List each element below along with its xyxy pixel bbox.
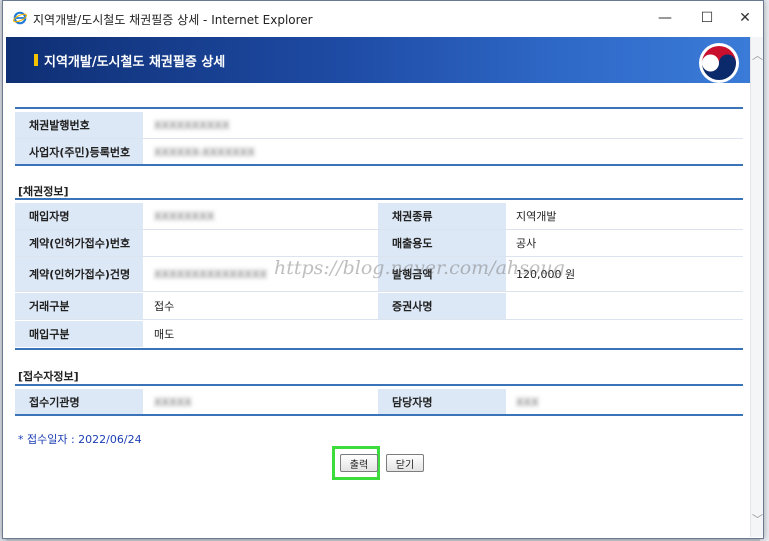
trade-type-label: 거래구분	[15, 293, 143, 319]
government-emblem-icon	[699, 43, 739, 83]
row-divider	[15, 319, 743, 320]
chevron-down-icon[interactable]: ﹀	[751, 511, 764, 526]
bond-type-value: 지역개발	[516, 210, 557, 223]
contract-no-label: 계약(인허가접수)번호	[15, 230, 143, 256]
issue-no-label: 채권발행번호	[15, 112, 143, 138]
receiver-info-top-rule	[15, 384, 743, 386]
org-label: 접수기관명	[15, 389, 143, 415]
vertical-scrollbar[interactable]: ︿ ﹀	[750, 37, 763, 537]
trade-type-value: 접수	[154, 300, 175, 313]
bond-type-label: 채권종류	[378, 203, 506, 229]
maximize-button[interactable]: ☐	[687, 5, 727, 31]
securities-value	[508, 293, 516, 319]
close-window-button[interactable]: ✕	[725, 5, 765, 31]
org-value: XXXXX	[154, 395, 192, 409]
receiver-info-section-title: [접수자정보]	[18, 370, 79, 383]
buyer-label: 매입자명	[15, 203, 143, 229]
popup-window: 지역개발/도시철도 채권필증 상세 - Internet Explorer — …	[2, 0, 764, 539]
manager-label: 담당자명	[378, 389, 506, 415]
title-bar[interactable]: 지역개발/도시철도 채권필증 상세 - Internet Explorer — …	[3, 1, 763, 35]
receiver-info-bottom-rule	[15, 414, 743, 416]
sale-use-value: 공사	[516, 237, 537, 250]
contract-no-value	[146, 230, 154, 256]
close-button[interactable]: 닫기	[386, 454, 424, 472]
issue-no-value: XXXXXXXXXX	[154, 118, 230, 132]
table-top-rule	[15, 107, 743, 109]
print-button[interactable]: 출력	[340, 454, 378, 472]
contract-name-value: XXXXXXXXXXXXXXX	[154, 267, 268, 281]
bond-info-bottom-rule	[15, 348, 743, 350]
blog-watermark: https://blog.naver.com/ahsoug	[274, 257, 565, 279]
manager-value: XXX	[516, 395, 539, 409]
row-divider	[15, 291, 743, 292]
sale-use-label: 매출용도	[378, 230, 506, 256]
securities-label: 증권사명	[378, 293, 506, 319]
window-title: 지역개발/도시철도 채권필증 상세 - Internet Explorer	[33, 13, 313, 27]
receipt-date-note: * 접수일자 : 2022/06/24	[18, 433, 142, 446]
internet-explorer-icon	[13, 11, 27, 25]
bond-info-section-title: [채권정보]	[18, 185, 69, 198]
contract-name-label: 계약(인허가접수)건명	[15, 257, 143, 291]
purchase-type-label: 매입구분	[15, 321, 143, 347]
minimize-button[interactable]: —	[645, 5, 685, 31]
bond-info-top-rule	[15, 198, 743, 200]
biz-reg-label: 사업자(주민)등록번호	[15, 139, 143, 165]
chevron-up-icon[interactable]: ︿	[751, 47, 764, 62]
page-title: 지역개발/도시철도 채권필증 상세	[44, 55, 226, 70]
buyer-value: XXXXXXXX	[154, 209, 215, 223]
purchase-type-value: 매도	[154, 328, 175, 341]
page-content: 지역개발/도시철도 채권필증 상세 채권발행번호 XXXXXXXXXX 사업자(…	[6, 37, 750, 537]
header-bullet-icon	[34, 54, 38, 66]
page-header: 지역개발/도시철도 채권필증 상세	[6, 37, 750, 83]
biz-reg-value: XXXXXX-XXXXXXX	[154, 145, 255, 159]
table-bottom-rule	[15, 164, 743, 166]
